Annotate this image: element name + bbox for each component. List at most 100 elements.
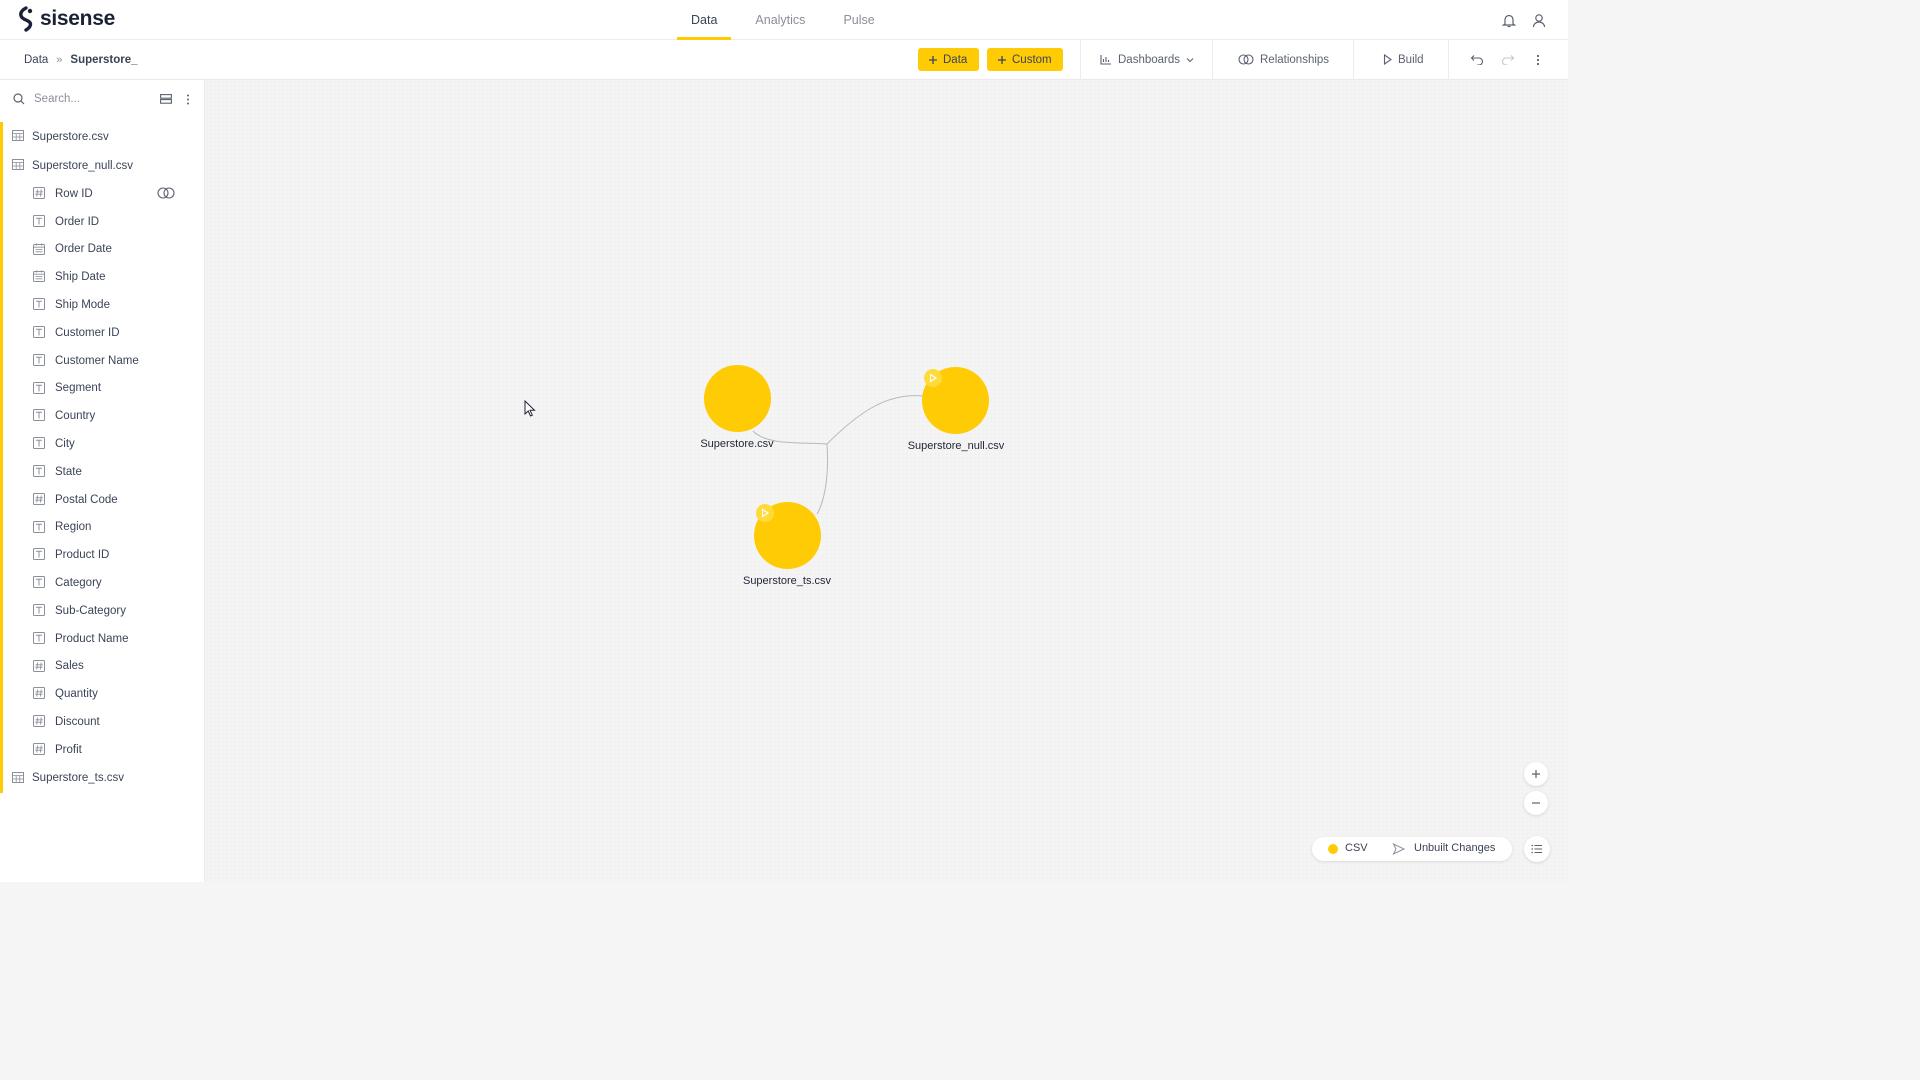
table-icon <box>12 130 24 141</box>
mouse-cursor-icon <box>524 400 536 417</box>
relationships-button[interactable]: Relationships <box>1238 48 1329 71</box>
table-item-superstore[interactable]: Superstore.csv <box>0 122 204 151</box>
node-label: Superstore_ts.csv <box>742 575 832 587</box>
field-item[interactable]: Ship Mode <box>0 291 204 319</box>
field-name: Product ID <box>55 549 110 562</box>
csv-legend-dot <box>1328 844 1338 854</box>
field-item[interactable]: Order ID <box>0 208 204 236</box>
main-tabs: Data Analytics Pulse <box>677 0 899 40</box>
text-field-icon <box>33 548 45 563</box>
table-name: Superstore_ts.csv <box>32 772 125 785</box>
text-field-icon <box>33 464 45 480</box>
add-custom-button[interactable]: Custom <box>987 48 1063 71</box>
table-accent <box>0 763 3 793</box>
text-field-icon <box>33 214 45 230</box>
field-item[interactable]: Sales <box>0 653 204 681</box>
sisense-logo[interactable]: sisense <box>16 6 115 32</box>
tab-analytics[interactable]: Analytics <box>741 0 819 40</box>
redo-icon <box>1501 55 1515 65</box>
dashboards-label: Dashboards <box>1118 53 1181 66</box>
number-field-icon <box>33 742 45 758</box>
field-name: Region <box>55 521 92 534</box>
add-data-button[interactable]: Data <box>918 48 979 71</box>
build-label: Build <box>1398 53 1424 66</box>
relationships-icon <box>1238 54 1254 65</box>
build-button[interactable]: Build <box>1383 48 1424 71</box>
text-field-icon <box>33 437 45 452</box>
field-item[interactable]: City <box>0 430 204 458</box>
toolbar-divider <box>1448 40 1449 80</box>
field-item[interactable]: Product ID <box>0 541 204 569</box>
field-item[interactable]: Customer ID <box>0 319 204 347</box>
text-field-icon <box>33 603 45 619</box>
table-node-superstore[interactable] <box>704 365 771 432</box>
undo-button[interactable] <box>1470 48 1484 71</box>
table-node-superstore-ts[interactable] <box>754 502 821 569</box>
table-accent <box>0 151 3 180</box>
plus-icon <box>929 55 937 64</box>
dashboards-dropdown[interactable]: Dashboards <box>1100 48 1194 71</box>
table-icon <box>12 771 24 783</box>
field-item[interactable]: Profit <box>0 736 204 764</box>
search-icon <box>13 93 25 105</box>
model-canvas[interactable]: Superstore.csv Superstore_null.csv Super… <box>205 80 1568 882</box>
text-field-icon <box>33 576 45 591</box>
zoom-in-button[interactable] <box>1524 762 1548 786</box>
plus-icon <box>998 55 1006 64</box>
field-item[interactable]: Customer Name <box>0 347 204 375</box>
table-item-superstore-ts[interactable]: Superstore_ts.csv <box>0 763 204 793</box>
field-name: Postal Code <box>55 493 118 506</box>
minus-icon <box>1532 802 1540 804</box>
field-item[interactable]: Row ID <box>0 180 204 208</box>
text-field-icon <box>33 631 45 647</box>
text-field-icon <box>33 520 45 536</box>
unbuilt-changes-label: Unbuilt Changes <box>1414 842 1496 854</box>
tab-pulse[interactable]: Pulse <box>829 0 888 40</box>
field-name: Country <box>55 410 96 423</box>
field-item[interactable]: Discount <box>0 708 204 736</box>
number-field-icon <box>33 492 45 508</box>
field-item[interactable]: Order Date <box>0 236 204 264</box>
field-name: Ship Mode <box>55 299 110 312</box>
add-custom-label: Custom <box>1012 53 1052 66</box>
field-item[interactable]: Segment <box>0 375 204 403</box>
more-options-button[interactable] <box>1536 48 1540 71</box>
unbuilt-icon <box>761 508 770 518</box>
field-name: Discount <box>55 716 100 729</box>
sidebar-search <box>0 80 205 118</box>
tab-data[interactable]: Data <box>677 0 732 40</box>
field-name: Category <box>55 577 102 590</box>
top-bar: sisense Data Analytics Pulse <box>0 0 1568 40</box>
zoom-out-button[interactable] <box>1524 791 1548 815</box>
bell-icon[interactable] <box>1500 11 1518 29</box>
table-item-superstore-null[interactable]: Superstore_null.csv <box>0 151 204 180</box>
toolbar-divider <box>1080 40 1081 80</box>
table-list: Superstore.csv Superstore_null.csv Row I… <box>0 122 204 793</box>
list-icon <box>1531 844 1542 854</box>
canvas-legend: CSV Unbuilt Changes <box>1312 837 1512 861</box>
field-item[interactable]: Country <box>0 402 204 430</box>
table-node-superstore-null[interactable] <box>922 367 989 434</box>
field-item[interactable]: Category <box>0 569 204 597</box>
field-item[interactable]: Ship Date <box>0 263 204 291</box>
field-item[interactable]: Region <box>0 514 204 542</box>
field-item[interactable]: Quantity <box>0 680 204 708</box>
field-item[interactable]: Sub-Category <box>0 597 204 625</box>
top-icons <box>1500 11 1548 29</box>
field-name: Profit <box>55 743 82 756</box>
list-view-icon[interactable] <box>160 94 172 104</box>
search-input[interactable] <box>34 90 144 108</box>
number-field-icon <box>33 659 45 675</box>
field-item[interactable]: Postal Code <box>0 486 204 514</box>
field-name: Customer ID <box>55 326 120 339</box>
redo-button[interactable] <box>1501 48 1515 71</box>
breadcrumb-data-link[interactable]: Data <box>24 54 48 66</box>
csv-legend-label: CSV <box>1345 842 1368 854</box>
text-field-icon <box>33 353 45 369</box>
field-item[interactable]: Product Name <box>0 625 204 653</box>
legend-toggle-button[interactable] <box>1524 836 1550 862</box>
kebab-menu-icon[interactable] <box>186 94 190 105</box>
field-item[interactable]: State <box>0 458 204 486</box>
relationship-icon[interactable] <box>157 187 175 202</box>
user-icon[interactable] <box>1530 11 1548 29</box>
